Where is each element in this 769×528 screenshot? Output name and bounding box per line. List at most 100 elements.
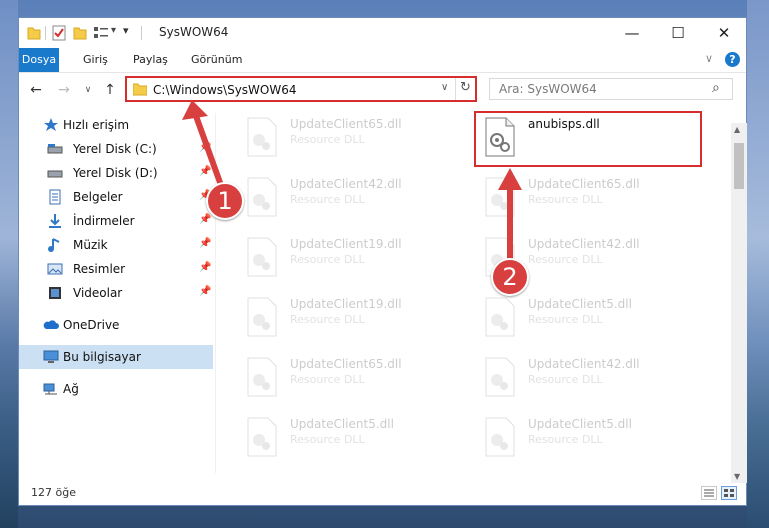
music-icon: [48, 238, 60, 252]
file-name: UpdateClient42.dll: [290, 177, 402, 191]
tiles-view-button[interactable]: [721, 486, 737, 500]
folder-icon: [133, 83, 147, 96]
file-name: UpdateClient5.dll: [290, 417, 394, 431]
recent-locations-button[interactable]: ∨: [77, 79, 99, 101]
file-type: Resource DLL: [290, 193, 365, 206]
file-type: Resource DLL: [290, 133, 365, 146]
file-name: UpdateClient5.dll: [528, 417, 632, 431]
pin-icon[interactable]: 📌: [199, 214, 211, 225]
new-folder-icon[interactable]: [73, 25, 87, 41]
properties-icon[interactable]: [51, 25, 67, 41]
sidebar-item-quick-access[interactable]: Hızlı erişim: [19, 113, 213, 137]
up-button[interactable]: ↑: [99, 79, 121, 101]
file-name: UpdateClient42.dll: [528, 237, 640, 251]
documents-icon: [49, 189, 61, 205]
file-item[interactable]: UpdateClient19.dll Resource DLL: [236, 233, 466, 285]
file-item[interactable]: UpdateClient65.dll Resource DLL: [236, 353, 466, 405]
search-icon[interactable]: ⌕: [712, 80, 720, 96]
sidebar-item-local-disk-d[interactable]: Yerel Disk (D:) 📌: [19, 161, 213, 185]
file-type: Resource DLL: [528, 253, 603, 266]
status-bar: 127 öğe: [19, 480, 746, 506]
file-item[interactable]: UpdateClient19.dll Resource DLL: [236, 293, 466, 345]
forward-button[interactable]: →: [53, 79, 75, 101]
dll-file-icon: [247, 357, 277, 397]
file-item[interactable]: UpdateClient5.dll Resource DLL: [236, 413, 466, 465]
details-view-icon: [704, 489, 714, 497]
sidebar-item-label: Resimler: [73, 262, 126, 276]
window-title: SysWOW64: [159, 25, 229, 39]
file-item[interactable]: UpdateClient5.dll Resource DLL: [474, 413, 704, 465]
sidebar-item-network[interactable]: Ağ: [19, 377, 213, 401]
search-placeholder: Ara: SysWOW64: [499, 82, 597, 96]
ribbon-expand-icon[interactable]: ∨: [705, 52, 713, 65]
desktop-background-right: [747, 0, 769, 528]
pin-icon[interactable]: 📌: [199, 142, 211, 153]
sidebar-item-label: Belgeler: [73, 190, 123, 204]
sidebar-item-onedrive[interactable]: OneDrive: [19, 313, 213, 337]
sidebar-item-this-pc[interactable]: Bu bilgisayar: [19, 345, 213, 369]
dll-file-icon: [485, 357, 515, 397]
minimize-button[interactable]: —: [609, 18, 655, 48]
videos-icon: [49, 287, 61, 299]
view-options-icon[interactable]: [93, 25, 109, 41]
help-icon[interactable]: ?: [725, 52, 740, 67]
folder-icon: [27, 27, 41, 40]
dll-file-icon: [247, 417, 277, 457]
sidebar-item-label: İndirmeler: [73, 214, 135, 228]
sidebar-item-downloads[interactable]: İndirmeler 📌: [19, 209, 213, 233]
file-name: UpdateClient19.dll: [290, 237, 402, 251]
downloads-icon: [49, 214, 61, 228]
dll-file-icon: [485, 417, 515, 457]
sidebar-item-music[interactable]: Müzik 📌: [19, 233, 213, 257]
details-view-button[interactable]: [701, 486, 717, 500]
pin-icon[interactable]: 📌: [199, 166, 211, 177]
dll-file-icon: [247, 177, 277, 217]
sidebar-item-pictures[interactable]: Resimler 📌: [19, 257, 213, 281]
pane-divider[interactable]: [215, 113, 216, 473]
customize-toolbar-icon[interactable]: ▾: [123, 24, 129, 37]
sidebar-item-label: Bu bilgisayar: [63, 350, 141, 364]
star-icon: [44, 118, 58, 131]
item-count: 127 öğe: [31, 486, 76, 499]
file-highlight-box: [474, 111, 702, 167]
file-item[interactable]: UpdateClient42.dll Resource DLL: [236, 173, 466, 225]
vertical-scrollbar[interactable]: ▲ ▼: [731, 123, 747, 483]
back-button[interactable]: ←: [25, 79, 47, 101]
navigation-pane: Hızlı erişim Yerel Disk (C:) 📌 Yerel Dis…: [19, 113, 213, 473]
file-item[interactable]: UpdateClient65.dll Resource DLL: [236, 113, 466, 165]
tab-paylas[interactable]: Paylaş: [125, 48, 176, 72]
file-item[interactable]: UpdateClient5.dll Resource DLL: [474, 293, 704, 345]
scrollbar-thumb[interactable]: [734, 143, 744, 189]
search-box[interactable]: Ara: SysWOW64 ⌕: [489, 78, 733, 100]
tab-dosya[interactable]: Dosya: [19, 48, 59, 72]
tab-gorunum[interactable]: Görünüm: [183, 48, 250, 72]
dll-file-icon: [247, 297, 277, 337]
file-type: Resource DLL: [528, 373, 603, 386]
file-name: UpdateClient65.dll: [528, 177, 640, 191]
file-item[interactable]: UpdateClient42.dll Resource DLL: [474, 353, 704, 405]
sidebar-item-documents[interactable]: Belgeler 📌: [19, 185, 213, 209]
qa-view-dropdown-icon[interactable]: ▾: [111, 25, 116, 36]
file-type: Resource DLL: [528, 193, 603, 206]
file-name: UpdateClient5.dll: [528, 297, 632, 311]
pin-icon[interactable]: 📌: [199, 238, 211, 249]
maximize-button[interactable]: ☐: [655, 18, 701, 48]
address-bar[interactable]: C:\Windows\SysWOW64 ∨ ↻: [125, 76, 477, 102]
pin-icon[interactable]: 📌: [199, 262, 211, 273]
drive-icon: [47, 144, 63, 154]
close-button[interactable]: ✕: [701, 18, 747, 48]
sidebar-item-label: Hızlı erişim: [63, 118, 130, 132]
pin-icon[interactable]: 📌: [199, 286, 211, 297]
dll-file-icon: [247, 237, 277, 277]
sidebar-item-videos[interactable]: Videolar 📌: [19, 281, 213, 305]
address-path: C:\Windows\SysWOW64: [153, 83, 297, 97]
address-dropdown-icon[interactable]: ∨: [441, 82, 448, 93]
tab-giris[interactable]: Giriş: [75, 48, 116, 72]
scroll-up-icon[interactable]: ▲: [734, 125, 740, 134]
navigation-bar: ← → ∨ ↑ C:\Windows\SysWOW64 ∨ ↻ Ara: Sys…: [19, 73, 746, 107]
pictures-icon: [47, 263, 63, 275]
file-type: Resource DLL: [290, 373, 365, 386]
refresh-icon[interactable]: ↻: [460, 80, 471, 95]
sidebar-item-local-disk-c[interactable]: Yerel Disk (C:) 📌: [19, 137, 213, 161]
file-item[interactable]: UpdateClient65.dll Resource DLL: [474, 173, 704, 225]
